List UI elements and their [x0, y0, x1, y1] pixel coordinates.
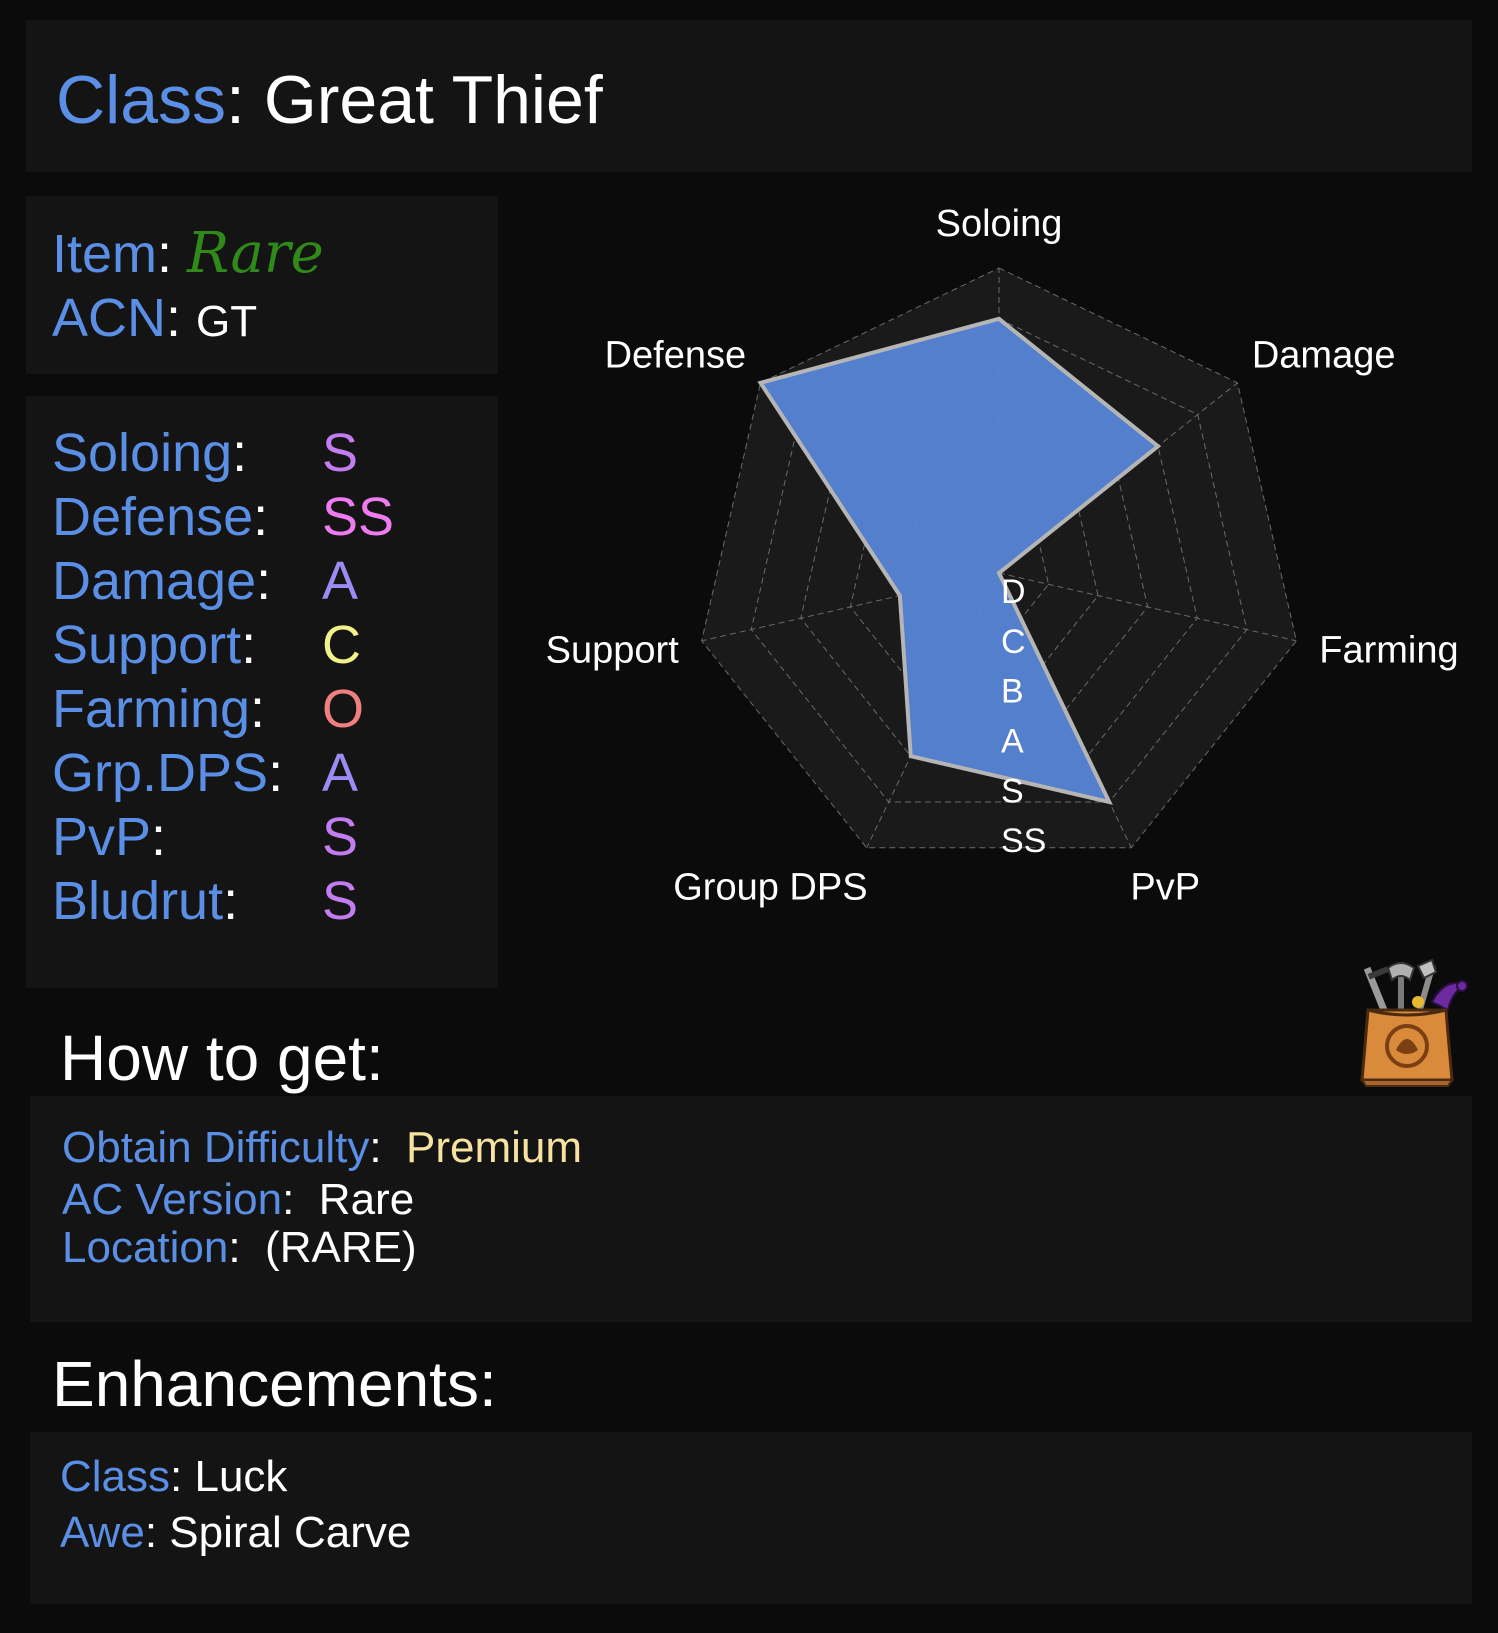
radar-axis-label: Soloing — [936, 203, 1063, 245]
radar-axis-label: Farming — [1319, 630, 1458, 672]
stat-grade: O — [322, 679, 365, 739]
radar-scale-label: D — [1001, 573, 1026, 611]
colon: : — [166, 288, 197, 348]
obtain-difficulty-value: Premium — [406, 1123, 583, 1172]
stats-panel: Soloing: S Defense: SS Damage: A Support… — [26, 396, 498, 988]
stat-label: Defense — [52, 487, 254, 547]
class-value: Great Thief — [263, 62, 603, 138]
stat-row-farming: Farming: O — [52, 676, 364, 742]
colon: : — [282, 1175, 319, 1224]
colon: : — [170, 1452, 195, 1501]
stat-row-defense: Defense: SS — [52, 484, 394, 550]
enh-class-label: Class — [60, 1452, 171, 1501]
class-label: Class — [56, 62, 227, 138]
acn-line: ACN: GT — [52, 286, 257, 354]
class-line: Class: Great Thief — [56, 60, 603, 140]
acn-value: GT — [196, 297, 258, 346]
radar-axis-label: Damage — [1252, 334, 1396, 376]
stat-label: Soloing — [52, 423, 233, 483]
how-to-get-panel: Obtain Difficulty: Premium AC Version: R… — [30, 1096, 1472, 1322]
item-label: Item — [52, 224, 158, 284]
radar-chart-svg: DCBASSS SoloingDamageFarmingPvPGroup DPS… — [546, 203, 1459, 908]
radar-scale-label: S — [1001, 772, 1024, 810]
stat-grade: S — [322, 807, 359, 867]
location-value: (RARE) — [265, 1223, 417, 1272]
radar-axis-label: Defense — [605, 334, 747, 376]
stat-label: Grp.DPS — [52, 743, 269, 803]
ac-version-value: Rare — [318, 1175, 415, 1224]
obtain-difficulty-row: Obtain Difficulty: Premium — [62, 1122, 582, 1174]
stat-row-support: Support: C — [52, 612, 361, 678]
radar-scale-label: C — [1001, 623, 1026, 661]
item-bag-icon — [1348, 958, 1474, 1088]
radar-scale-label: B — [1001, 673, 1024, 711]
colon: : — [253, 487, 269, 547]
how-to-get-title: How to get: — [60, 1022, 384, 1094]
stat-row-bludrut: Bludrut: S — [52, 868, 358, 934]
item-rarity-value: Rare — [187, 221, 324, 286]
colon: : — [157, 224, 188, 284]
radar-scale-label: SS — [1001, 822, 1046, 860]
stat-label: Farming — [52, 679, 251, 739]
enhancements-panel: Class: Luck Awe: Spiral Carve — [30, 1432, 1472, 1604]
stat-row-soloing: Soloing: S — [52, 420, 358, 486]
enhancements-title: Enhancements: — [52, 1348, 497, 1420]
item-line: Item: Rare — [52, 222, 324, 286]
enh-awe-row: Awe: Spiral Carve — [60, 1506, 411, 1560]
colon: : — [223, 871, 239, 931]
enh-class-value: Luck — [194, 1452, 288, 1501]
radar-chart: D C B A S SS Soloing Damage Farming PvP Group DPS… — [520, 196, 1498, 966]
obtain-difficulty-label: Obtain Difficulty — [62, 1123, 370, 1172]
colon: : — [232, 423, 248, 483]
enh-awe-label: Awe — [60, 1508, 145, 1557]
stat-row-pvp: PvP: S — [52, 804, 358, 870]
stat-grade: A — [322, 743, 359, 803]
acn-label: ACN — [52, 288, 167, 348]
stat-label: Bludrut — [52, 871, 224, 931]
class-panel: Class: Great Thief — [26, 20, 1472, 172]
stat-row-damage: Damage: A — [52, 548, 358, 614]
stat-grade: A — [322, 551, 359, 611]
stat-row-grp-dps: Grp.DPS: A — [52, 740, 358, 806]
colon: : — [228, 1223, 266, 1272]
radar-axis-label: Group DPS — [673, 866, 867, 908]
ac-version-label: AC Version — [62, 1175, 283, 1224]
stat-label: Damage — [52, 551, 257, 611]
colon: : — [268, 743, 284, 803]
enh-awe-value: Spiral Carve — [169, 1508, 412, 1557]
location-label: Location — [62, 1223, 229, 1272]
stat-grade: C — [322, 615, 361, 675]
item-panel: Item: Rare ACN: GT — [26, 196, 498, 374]
colon: : — [144, 1508, 170, 1557]
colon: : — [241, 615, 257, 675]
radar-axis-label: PvP — [1130, 866, 1200, 908]
item-bag-icon-svg — [1360, 958, 1469, 1087]
stat-grade: S — [322, 871, 359, 931]
radar-scale-label: A — [1001, 722, 1024, 760]
colon: : — [369, 1123, 406, 1172]
enh-class-row: Class: Luck — [60, 1450, 287, 1504]
stat-grade: S — [322, 423, 359, 483]
colon: : — [151, 807, 167, 867]
stat-label: Support — [52, 615, 242, 675]
stat-label: PvP — [52, 807, 152, 867]
stat-grade: SS — [322, 487, 395, 547]
colon: : — [256, 551, 272, 611]
radar-axis-label: Support — [546, 630, 680, 672]
location-row: Location: (RARE) — [62, 1222, 417, 1274]
colon: : — [250, 679, 266, 739]
ac-version-row: AC Version: Rare — [62, 1174, 414, 1226]
colon: : — [226, 62, 264, 138]
